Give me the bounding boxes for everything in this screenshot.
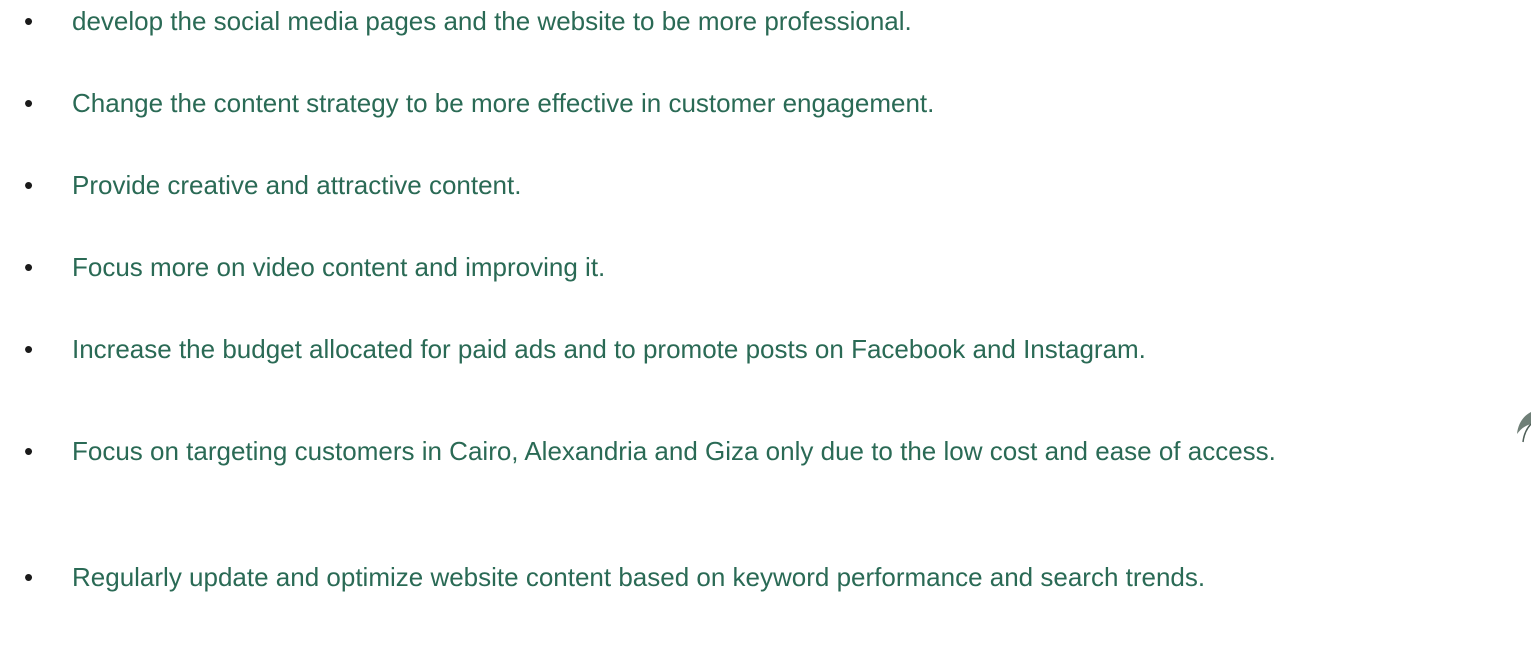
- list-item-text: Change the content strategy to be more e…: [72, 88, 935, 118]
- bullet-dot: •: [24, 170, 34, 200]
- slide: • develop the social media pages and the…: [0, 0, 1531, 663]
- bullet-dot: •: [24, 252, 34, 282]
- bullet-dot: •: [24, 88, 34, 118]
- list-item-text: Focus on targeting customers in Cairo, A…: [72, 436, 1276, 466]
- list-item-text: Focus more on video content and improvin…: [72, 252, 606, 282]
- bullet-dot: •: [24, 6, 34, 36]
- list-item-text: develop the social media pages and the w…: [72, 6, 912, 36]
- list-item-text: Regularly update and optimize website co…: [72, 562, 1206, 592]
- bullet-dot: •: [24, 562, 34, 592]
- list-item-text: Provide creative and attractive content.: [72, 170, 522, 200]
- list-item-text: Increase the budget allocated for paid a…: [72, 334, 1146, 364]
- feather-icon: [1517, 412, 1531, 443]
- bullet-dot: •: [24, 436, 34, 466]
- bullet-dot: •: [24, 334, 34, 364]
